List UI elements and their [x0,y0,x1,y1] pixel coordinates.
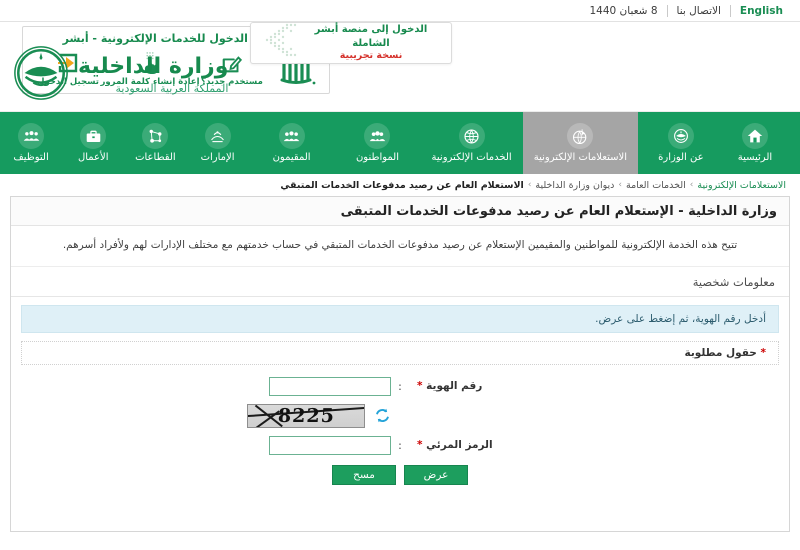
info-message-bar: أدخل رقم الهوية، ثم إضغط على عرض. [21,304,779,333]
field-colon: : [398,379,402,393]
nav-item-home[interactable]: الرئيسية [724,112,786,174]
breadcrumb-separator: › [527,180,532,190]
citizens-icon [364,123,391,149]
banner-line-2: نسخة تجريبية [339,50,403,62]
nav-label: عن الوزارة [658,152,704,163]
refresh-icon[interactable] [373,407,391,425]
breadcrumb-item-0[interactable]: الاستعلامات الإلكترونية [697,180,786,191]
top-utility-bar: English الاتصال بنا 8 شعبان 1440 [0,0,800,22]
id-number-input[interactable] [269,376,391,396]
nav-label: الاستعلامات الإلكترونية [533,152,627,163]
nav-item-about-ministry[interactable]: عن الوزارة [638,112,724,174]
captcha-value: 8225 [276,404,336,427]
topbar-divider-1 [729,4,731,17]
topbar-divider-2 [666,4,668,17]
moi-logo-block[interactable]: وزارة الداخلية المملكة العربية السعودية [12,44,228,106]
residents-icon [278,123,305,149]
ministry-emblem-icon [667,123,694,149]
nav-item-business[interactable]: الأعمال [62,112,124,174]
required-fields-label: حقول مطلوبة [684,346,757,359]
inquiry-globe-icon [567,123,594,149]
breadcrumb: الاستعلامات الإلكترونية › الخدمات العامة… [0,174,800,196]
view-button[interactable]: عرض [404,464,468,485]
banner-line-1: الدخول إلى منصة أبشر الشاملة [314,24,428,49]
language-toggle-english[interactable]: English [731,5,792,17]
nav-item-employment[interactable]: التوظيف [0,112,62,174]
nav-item-citizens[interactable]: المواطنون [335,112,421,174]
breadcrumb-separator: › [689,180,694,190]
breadcrumb-item-current: الاستعلام العام عن رصيد مدفوعات الخدمات … [280,179,524,191]
saudi-moi-emblem [12,44,70,106]
breadcrumb-separator: › [618,180,622,190]
nav-label: التوظيف [13,152,49,163]
form-row-captcha-input: الرمز المرئي * : [11,435,789,455]
globe-icon [458,123,485,149]
nav-item-emirates[interactable]: الإمارات [186,112,248,174]
nav-item-sectors[interactable]: القطاعات [124,112,186,174]
nav-item-residents[interactable]: المقيمون [249,112,335,174]
captcha-input[interactable] [269,435,391,455]
hijri-date: 8 شعبان 1440 [589,4,658,17]
field-colon: : [398,438,402,452]
section-title-personal-info: معلومات شخصية [11,266,789,297]
emirates-icon [204,123,231,149]
page-title: وزارة الداخلية - الإستعلام العام عن رصيد… [11,197,789,226]
service-description: تتيح هذه الخدمة الإلكترونية للمواطنين وا… [11,226,789,267]
form-actions: عرض مسح [11,464,789,485]
briefcase-icon [80,123,107,149]
chevron-dots-icon [257,22,297,64]
form-row-captcha-image: 8225 [11,403,789,428]
id-number-label: رقم الهوية * [417,380,483,393]
nav-label: المواطنون [355,152,399,163]
nav-label: القطاعات [135,152,176,163]
inquiry-form: رقم الهوية * : 8225 الرمز المرئي *: عرض… [11,365,789,485]
captcha-image: 8225 [247,403,365,428]
home-icon [741,123,768,149]
captcha-label: الرمز المرئي * [417,439,493,452]
nav-label: الرئيسية [737,152,773,163]
nav-label: الإمارات [200,152,235,163]
sectors-network-icon [142,123,169,149]
nav-item-e-services[interactable]: الخدمات الإلكترونية [420,112,522,174]
contact-us-link[interactable]: الاتصال بنا [668,5,730,17]
clear-button[interactable]: مسح [332,464,396,485]
moi-subtitle: المملكة العربية السعودية [115,81,229,95]
page-root: English الاتصال بنا 8 شعبان 1440 تسجيل ا… [0,0,800,550]
nav-label: الأعمال [77,152,109,163]
site-header: تسجيل الدخول للخدمات الإلكترونية - أبشر [0,22,800,112]
nav-label: المقيمون [272,152,311,163]
absher-platform-banner[interactable]: الدخول إلى منصة أبشر الشاملة نسخة تجريبي… [250,22,452,64]
required-asterisk: * [760,346,767,359]
employment-icon [18,123,45,149]
form-row-id-number: رقم الهوية * : [11,376,789,396]
moi-title: وزارة الداخلية [78,54,229,80]
main-navigation: الرئيسية عن الوزارة الاستعلامات الإلكترو… [0,112,800,174]
nav-label: الخدمات الإلكترونية [431,152,512,163]
required-fields-note: * حقول مطلوبة [21,340,779,365]
breadcrumb-item-1[interactable]: الخدمات العامة [626,180,686,191]
nav-item-e-inquiries[interactable]: الاستعلامات الإلكترونية [522,112,638,174]
service-panel: وزارة الداخلية - الإستعلام العام عن رصيد… [10,196,790,532]
breadcrumb-item-2[interactable]: ديوان وزارة الداخلية [535,180,614,191]
